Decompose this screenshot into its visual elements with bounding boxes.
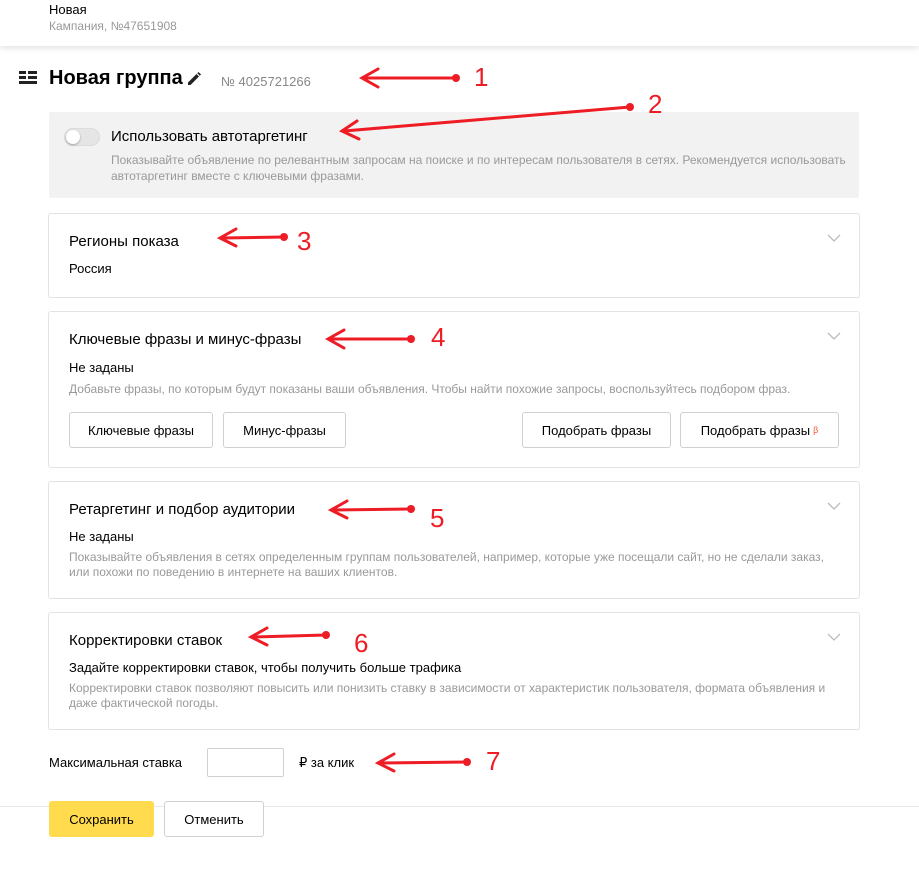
- keywords-card: Ключевые фразы и минус-фразы Не заданы Д…: [48, 311, 860, 468]
- save-button[interactable]: Сохранить: [49, 801, 154, 837]
- autotargeting-panel: Использовать автотаргетинг Показывайте о…: [49, 112, 859, 198]
- bid-adjustments-title: Корректировки ставок: [69, 632, 223, 649]
- toggle-knob: [66, 130, 80, 144]
- keywords-button[interactable]: Ключевые фразы: [69, 412, 213, 448]
- keywords-hint: Добавьте фразы, по которым будут показан…: [69, 382, 791, 396]
- campaign-header: Новая Кампания, №47651908: [0, 0, 919, 46]
- retargeting-hint: Показывайте объявления в сетях определен…: [69, 550, 824, 579]
- max-bid-unit: ₽ за клик: [299, 755, 355, 770]
- bid-adjustments-card[interactable]: Корректировки ставок Задайте корректиров…: [48, 612, 860, 730]
- chevron-down-icon[interactable]: [827, 502, 841, 510]
- retargeting-value: Не заданы: [69, 529, 134, 544]
- autotargeting-toggle[interactable]: [64, 128, 100, 146]
- max-bid-label: Максимальная ставка: [49, 755, 183, 770]
- autotargeting-description: Показывайте объявление по релевантным за…: [111, 153, 846, 183]
- chevron-down-icon[interactable]: [827, 234, 841, 242]
- annotation-arrow-7: [378, 760, 469, 765]
- annotation-number-3: 3: [297, 226, 312, 256]
- bid-adjustments-hint: Корректировки ставок позволяют повысить …: [69, 681, 826, 710]
- chevron-down-icon[interactable]: [827, 633, 841, 641]
- annotation-number-7: 7: [486, 746, 501, 776]
- annotation-number-4: 4: [431, 322, 446, 352]
- campaign-id: Кампания, №47651908: [49, 19, 177, 33]
- regions-title: Регионы показа: [69, 233, 179, 250]
- keywords-value: Не заданы: [69, 360, 134, 375]
- regions-card[interactable]: Регионы показа Россия: [48, 213, 860, 298]
- autotargeting-title[interactable]: Использовать автотаргетинг: [111, 128, 308, 145]
- retargeting-title: Ретаргетинг и подбор аудитории: [69, 501, 296, 518]
- negative-keywords-button[interactable]: Минус-фразы: [223, 412, 346, 448]
- pick-phrases-beta-label: Подобрать фразы: [700, 422, 811, 438]
- beta-badge: β: [813, 425, 819, 435]
- pick-phrases-button[interactable]: Подобрать фразы: [522, 412, 671, 448]
- cancel-button[interactable]: Отменить: [164, 801, 264, 837]
- annotation-number-6: 6: [354, 628, 369, 658]
- group-title: Новая группа: [49, 67, 183, 89]
- bid-adjustments-value: Задайте корректировки ставок, чтобы полу…: [69, 660, 462, 675]
- campaign-name[interactable]: Новая: [49, 2, 87, 17]
- chevron-down-icon[interactable]: [827, 332, 841, 340]
- annotation-number-5: 5: [430, 503, 445, 533]
- regions-value: Россия: [69, 261, 112, 276]
- pencil-icon[interactable]: [186, 71, 202, 87]
- group-number: № 4025721266: [221, 74, 311, 89]
- max-bid-input[interactable]: [207, 748, 284, 777]
- annotation-number-2: 2: [648, 89, 663, 119]
- group-list-icon[interactable]: [19, 71, 37, 85]
- retargeting-card[interactable]: Ретаргетинг и подбор аудитории Не заданы…: [48, 481, 860, 599]
- pick-phrases-beta-button[interactable]: Подобрать фразы β: [680, 412, 839, 448]
- annotation-number-1: 1: [474, 62, 489, 92]
- keywords-title[interactable]: Ключевые фразы и минус-фразы: [69, 331, 301, 348]
